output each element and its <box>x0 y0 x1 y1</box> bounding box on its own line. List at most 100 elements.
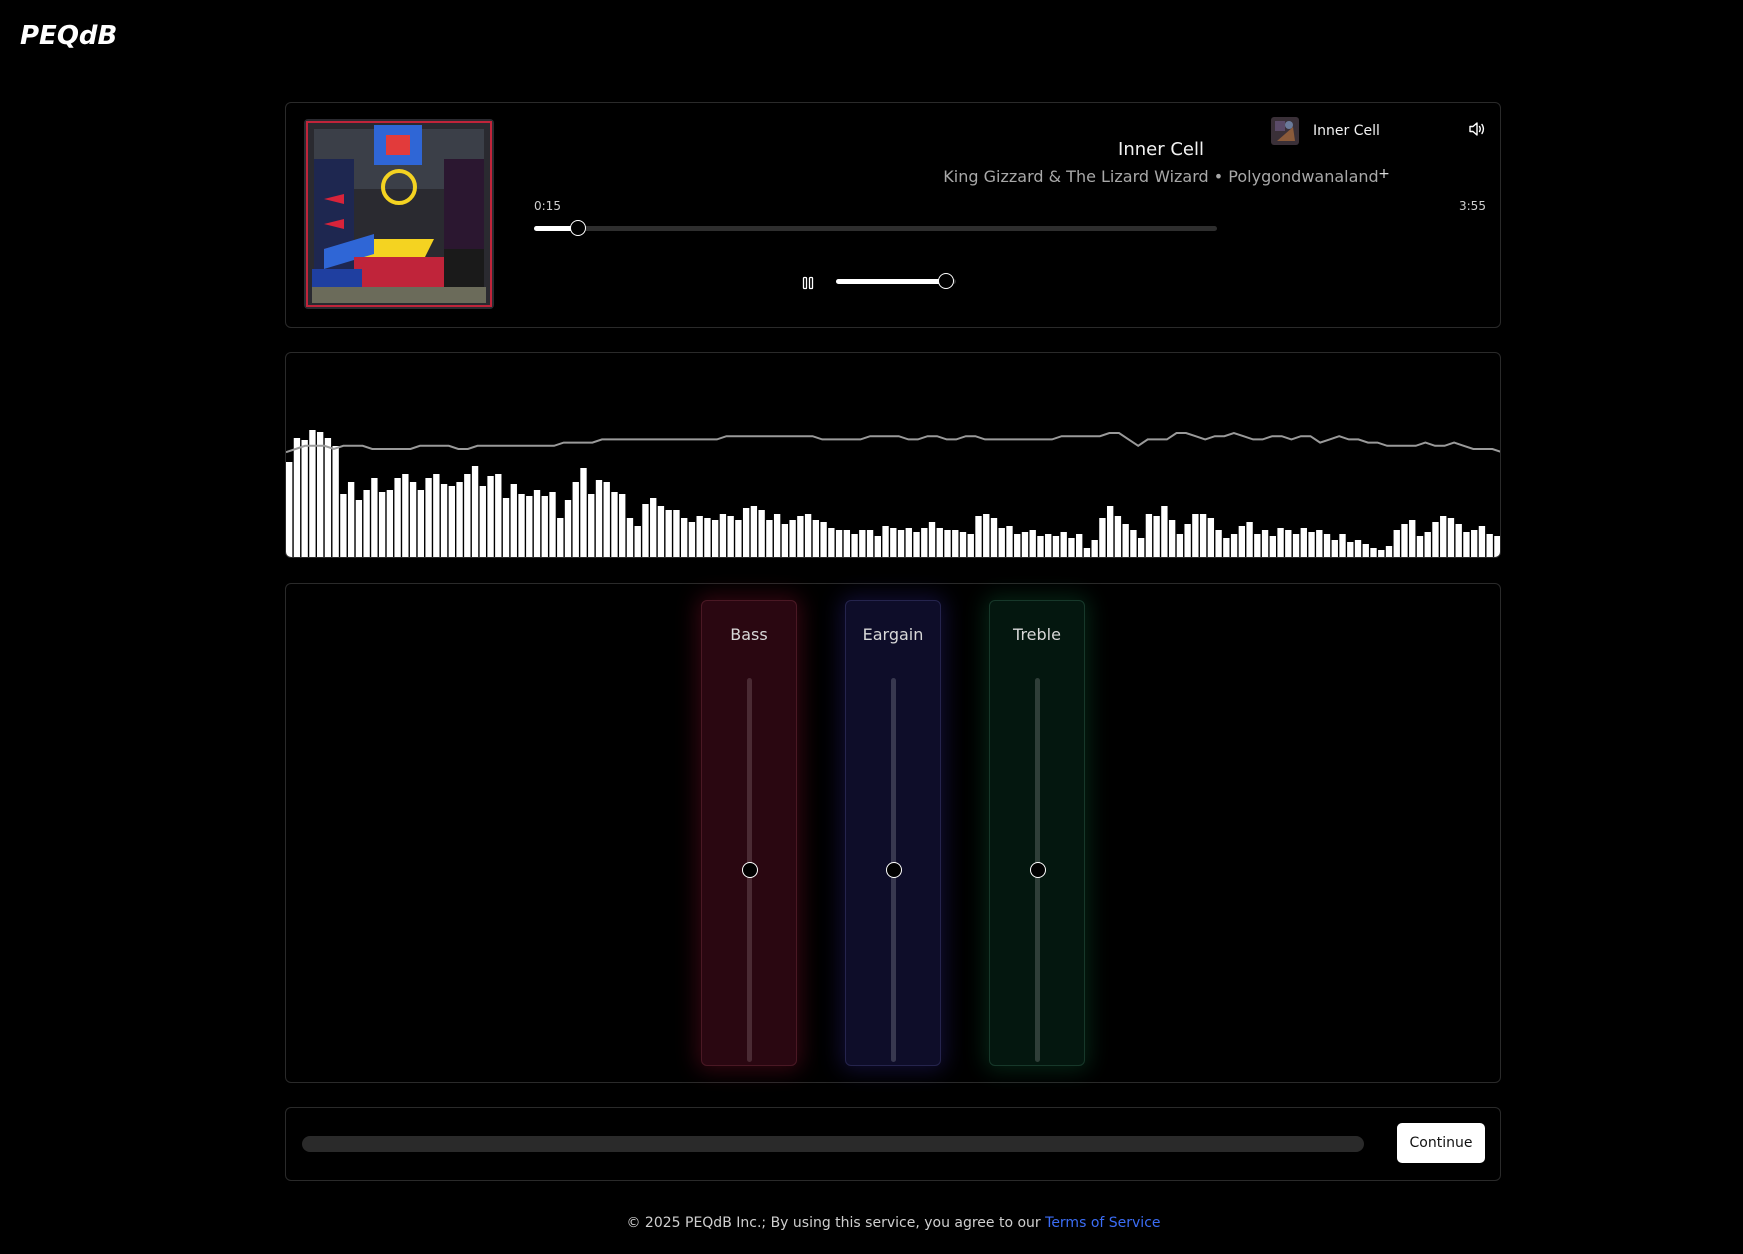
visualizer-bar <box>1323 534 1331 557</box>
visualizer-bar <box>642 504 649 557</box>
visualizer-bar <box>1029 530 1036 557</box>
visualizer-bar <box>634 526 641 557</box>
visualizer-bar <box>448 486 455 557</box>
visualizer-bar <box>882 526 889 557</box>
visualizer-bar <box>1300 528 1307 557</box>
visualizer-bar <box>843 530 851 557</box>
band-bass-knob[interactable] <box>742 862 758 878</box>
visualizer-bar <box>1416 536 1424 557</box>
visualizer-bar <box>402 474 409 557</box>
visualizer-bar <box>1014 534 1021 557</box>
visualizer-bar <box>1347 542 1354 557</box>
visualizer-bar <box>719 514 727 557</box>
add-to-queue-button[interactable]: + <box>1374 166 1394 182</box>
visualizer-bar <box>1091 540 1098 557</box>
continue-button[interactable]: Continue <box>1397 1123 1485 1163</box>
visualizer-bar <box>758 510 765 557</box>
visualizer-bar <box>1308 532 1315 557</box>
volume-slider[interactable] <box>836 273 956 289</box>
album-art-image <box>304 119 494 309</box>
progress-slider[interactable] <box>534 220 1217 236</box>
peqdb-logo[interactable]: PEQdB <box>18 18 122 50</box>
visualizer-bar <box>1230 534 1238 557</box>
visualizer-bar <box>1215 530 1222 557</box>
visualizer-bar <box>1261 530 1269 557</box>
visualizer-bar <box>611 492 618 557</box>
artist-name[interactable]: King Gizzard & The Lizard Wizard <box>943 167 1208 186</box>
visualizer-bar <box>921 528 928 557</box>
player-card: Inner Cell King Gizzard & The Lizard Wiz… <box>285 102 1501 328</box>
visualizer-bar <box>1223 538 1230 557</box>
band-treble-knob[interactable] <box>1030 862 1046 878</box>
progress-knob[interactable] <box>569 220 586 236</box>
visualizer-bar <box>781 524 789 557</box>
visualizer-bar <box>564 500 572 557</box>
visualizer-bar <box>727 516 734 557</box>
visualizer-bar <box>495 474 502 557</box>
logo-text: PEQdB <box>20 21 117 50</box>
visualizer-bar <box>1432 522 1439 557</box>
visualizer-bar <box>812 520 820 557</box>
visualizer-bar <box>1378 550 1385 557</box>
visualizer-bar <box>983 514 990 557</box>
visualizer-bar <box>409 482 417 557</box>
visualizer-bar <box>572 482 579 557</box>
visualizer-bar <box>502 498 510 557</box>
equalizer-panel: Bass Eargain Treble <box>285 583 1501 1083</box>
visualizer-bar <box>526 496 533 557</box>
speaker-button[interactable] <box>1466 118 1488 140</box>
visualizer-bar <box>1463 532 1470 557</box>
visualizer-bar <box>750 506 758 557</box>
visualizer-bar <box>1045 534 1052 557</box>
visualizer-bar <box>1478 526 1486 557</box>
visualizer-bar <box>820 522 827 557</box>
album-name[interactable]: Polygondwanaland <box>1228 167 1378 186</box>
visualizer-bar <box>549 492 556 557</box>
band-eargain-knob[interactable] <box>886 862 902 878</box>
visualizer-bar <box>1068 538 1075 557</box>
visualizer-bar <box>1455 524 1462 557</box>
visualizer-bar <box>1006 526 1013 557</box>
visualizer-bar <box>1316 530 1323 557</box>
visualizer-bar <box>851 534 858 557</box>
visualizer-bar <box>533 490 541 557</box>
visualizer-bar <box>1331 540 1338 557</box>
visualizer-bar <box>696 516 703 557</box>
visualizer-bar <box>1161 506 1168 557</box>
visualizer-bar <box>456 482 463 557</box>
visualizer-bar <box>665 510 672 557</box>
queue-item-label: Inner Cell <box>1313 123 1380 139</box>
visualizer-bar <box>386 490 394 557</box>
visualizer-bar <box>1494 536 1500 557</box>
pause-button[interactable] <box>796 271 820 295</box>
terms-of-service-link[interactable]: Terms of Service <box>1045 1215 1160 1231</box>
volume-knob[interactable] <box>938 273 955 289</box>
visualizer-bar <box>928 522 936 557</box>
band-treble-label: Treble <box>1013 625 1061 644</box>
visualizer-bar <box>1238 526 1246 557</box>
visualizer-bar <box>1207 518 1215 557</box>
visualizer-bar <box>1424 532 1431 557</box>
visualizer-bar <box>293 438 301 557</box>
visualizer-line <box>286 431 1500 454</box>
visualizer-bar <box>1192 514 1199 557</box>
visualizer-bar <box>688 522 696 557</box>
visualizer-bar <box>905 528 912 557</box>
visualizer-bar <box>1269 536 1276 557</box>
pause-icon <box>802 276 814 290</box>
visualizer-bar <box>835 530 843 557</box>
visualizer-bar <box>340 494 347 557</box>
visualizer-bar <box>773 514 781 557</box>
visualizer-bar <box>866 530 874 557</box>
visualizer-bar <box>766 520 773 557</box>
visualizer-bar <box>828 528 835 557</box>
queue-item[interactable]: Inner Cell <box>1271 115 1491 147</box>
visualizer-bar <box>1254 534 1261 557</box>
visualizer-bar <box>301 440 308 557</box>
visualizer-bar <box>1401 524 1408 557</box>
visualizer-bar <box>1122 524 1129 557</box>
visualizer-bar <box>603 482 610 557</box>
visualizer-bar <box>1339 534 1346 557</box>
visualizer-bar <box>1354 540 1362 557</box>
visualizer-bar <box>1471 530 1478 557</box>
